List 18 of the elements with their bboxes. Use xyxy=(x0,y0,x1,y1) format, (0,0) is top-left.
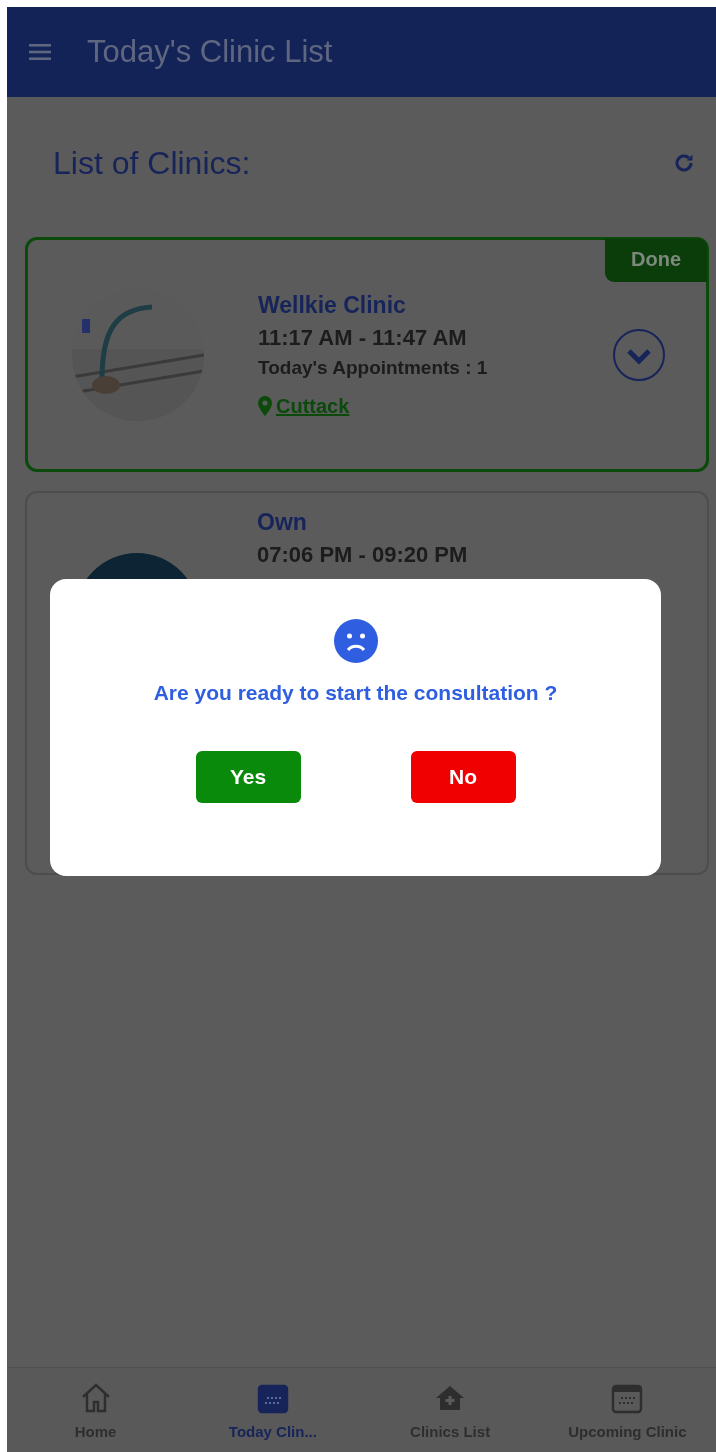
clinic-name: Wellkie Clinic xyxy=(258,291,407,319)
clinic-time: 11:17 AM - 11:47 AM xyxy=(258,324,468,351)
clinic-card[interactable]: Done Wellkie Clinic 11:17 AM - 11:47 AM Today's Appointments : 1 Cuttack xyxy=(25,237,709,472)
list-heading: List of Clinics: xyxy=(53,144,251,182)
clinic-time: 07:06 PM - 09:20 PM xyxy=(257,542,469,568)
location-link[interactable]: Cuttack xyxy=(276,394,350,418)
appointments-count: Today's Appointments : 1 xyxy=(258,356,489,379)
clinic-name: Own xyxy=(257,509,308,536)
yes-button[interactable]: Yes xyxy=(195,751,301,803)
dialog-message: Are you ready to start the consultation ? xyxy=(153,681,558,705)
menu-icon[interactable] xyxy=(29,44,51,60)
no-button[interactable]: No xyxy=(410,751,516,803)
location-pin-icon xyxy=(258,396,272,416)
sad-face-icon xyxy=(333,619,378,663)
app-bar-title: Today's Clinic List xyxy=(87,34,333,70)
nav-tab[interactable]: Today Clin... xyxy=(187,1380,358,1440)
expand-chevron-icon[interactable] xyxy=(612,327,666,382)
status-badge: Done xyxy=(605,239,707,282)
